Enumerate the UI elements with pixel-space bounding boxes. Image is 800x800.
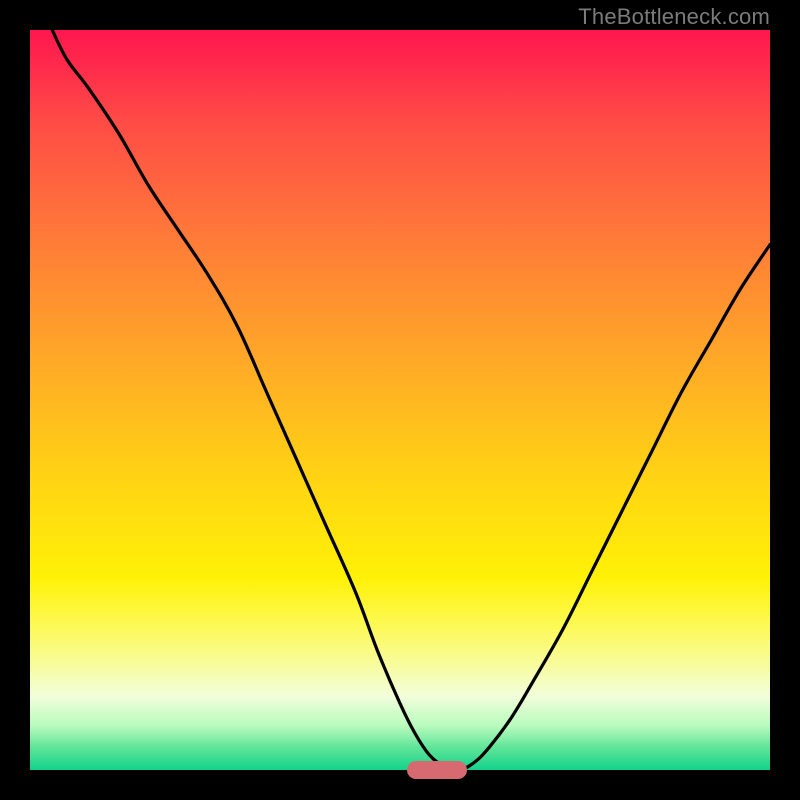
bottleneck-curve — [30, 30, 770, 770]
plot-area — [30, 30, 770, 770]
chart-frame: TheBottleneck.com — [0, 0, 800, 800]
attribution-text: TheBottleneck.com — [578, 4, 770, 30]
curve-path — [52, 30, 770, 770]
optimum-marker — [407, 761, 466, 779]
